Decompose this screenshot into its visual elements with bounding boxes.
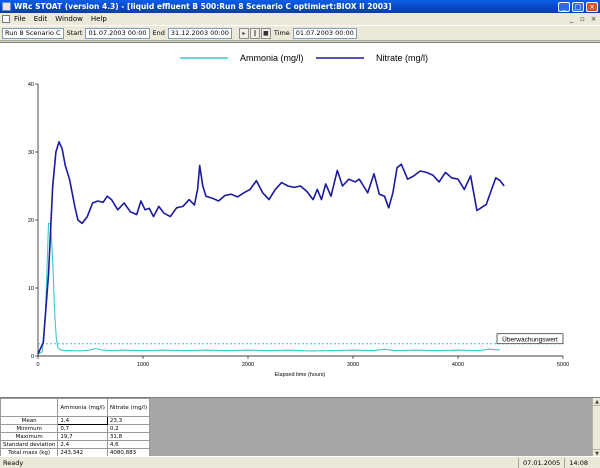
toolbar: Run 8 Scenario C Start 01.07.2003 00:00 … bbox=[0, 25, 600, 41]
statistics-panel: Ammonia (mg/l) Nitrate (mg/l) Mean 1,4 2… bbox=[0, 397, 600, 457]
table-header-nitrate: Nitrate (mg/l) bbox=[106, 398, 151, 417]
end-date-field[interactable]: 31.12.2003 00:00 bbox=[167, 27, 232, 39]
x-tick-label: 5000 bbox=[557, 362, 569, 368]
menu-edit[interactable]: Edit bbox=[34, 15, 48, 23]
x-tick-label: 3000 bbox=[347, 362, 359, 368]
end-label: End bbox=[152, 29, 165, 37]
table-row: Mean 1,4 23,3 bbox=[0, 416, 151, 425]
y-tick-label: 0 bbox=[31, 354, 34, 360]
reference-line: Überwachungswert bbox=[38, 333, 564, 345]
status-date: 07.01.2005 bbox=[518, 457, 564, 468]
menu-bar: File Edit Window Help _ ▫ × bbox=[0, 13, 600, 25]
table-cell[interactable]: 0,2 bbox=[106, 424, 151, 433]
series-line-ammonia bbox=[37, 222, 501, 355]
menu-window[interactable]: Window bbox=[55, 15, 83, 23]
y-tick-label: 40 bbox=[28, 82, 34, 88]
table-cell[interactable]: 1,4 bbox=[57, 416, 108, 425]
table-cell[interactable]: 0,7 bbox=[57, 424, 108, 433]
chart-legend: Ammonia (mg/l) Nitrate (mg/l) bbox=[180, 53, 428, 63]
table-header-row: Ammonia (mg/l) Nitrate (mg/l) bbox=[0, 398, 151, 417]
table-cell[interactable]: 23,3 bbox=[106, 416, 151, 425]
table-row: Maximum 19,7 31,8 bbox=[0, 432, 151, 441]
maximize-button[interactable]: □ bbox=[572, 1, 584, 12]
table-row: Standard deviation 2,4 4,6 bbox=[0, 440, 151, 449]
row-label: Minimum bbox=[0, 424, 59, 433]
row-label: Maximum bbox=[0, 432, 59, 441]
y-tick-label: 10 bbox=[28, 286, 34, 292]
document-icon[interactable] bbox=[2, 15, 10, 23]
x-axis-label: Elapsed time (hours) bbox=[275, 372, 326, 378]
status-bar: Ready 07.01.2005 14:08 bbox=[0, 456, 600, 468]
chart: Ammonia (mg/l) Nitrate (mg/l) 0 1000 2000 3… bbox=[28, 53, 569, 378]
table-cell[interactable]: 31,8 bbox=[106, 432, 151, 441]
doc-restore-button[interactable]: ▫ bbox=[578, 15, 587, 24]
menu-help[interactable]: Help bbox=[91, 15, 107, 23]
start-label: Start bbox=[66, 29, 83, 37]
vertical-scrollbar[interactable]: ▲ ▼ bbox=[592, 398, 600, 457]
table-row: Minimum 0,7 0,2 bbox=[0, 424, 151, 433]
table-cell[interactable]: 19,7 bbox=[57, 432, 108, 441]
table-header-ammonia: Ammonia (mg/l) bbox=[57, 398, 108, 417]
title-bar: WRc STOAT (version 4.3) - [liquid efflue… bbox=[0, 0, 600, 13]
chart-axes bbox=[37, 84, 563, 357]
x-axis-ticks: 0 1000 2000 3000 4000 5000 bbox=[36, 356, 569, 368]
app-icon bbox=[2, 2, 11, 11]
row-label: Mean bbox=[0, 416, 59, 425]
table-cell[interactable]: 2,4 bbox=[57, 440, 108, 449]
threshold-label: Überwachungswert bbox=[502, 335, 558, 343]
time-label: Time bbox=[273, 29, 290, 37]
play-button[interactable]: ▸ bbox=[238, 27, 249, 39]
x-tick-label: 2000 bbox=[242, 362, 254, 368]
resize-grip-icon[interactable] bbox=[592, 458, 600, 468]
x-tick-label: 4000 bbox=[452, 362, 464, 368]
pause-button[interactable]: ‖ bbox=[249, 27, 260, 39]
close-button[interactable]: × bbox=[586, 1, 598, 12]
run-name-field[interactable]: Run 8 Scenario C bbox=[2, 27, 64, 39]
y-tick-label: 20 bbox=[28, 218, 34, 224]
legend-label-nitrate: Nitrate (mg/l) bbox=[376, 53, 428, 63]
x-tick-label: 0 bbox=[36, 362, 39, 368]
minimize-button[interactable]: _ bbox=[558, 1, 570, 12]
series-line-nitrate bbox=[37, 141, 505, 355]
chart-series bbox=[37, 141, 505, 355]
status-text: Ready bbox=[3, 458, 24, 467]
status-time: 14:08 bbox=[564, 457, 592, 468]
stop-button[interactable]: ■ bbox=[260, 27, 271, 39]
doc-minimize-button[interactable]: _ bbox=[567, 15, 576, 24]
scroll-up-icon[interactable]: ▲ bbox=[593, 398, 600, 406]
doc-close-button[interactable]: × bbox=[589, 15, 598, 24]
x-tick-label: 1000 bbox=[137, 362, 149, 368]
y-tick-label: 30 bbox=[28, 150, 34, 156]
statistics-table: Ammonia (mg/l) Nitrate (mg/l) Mean 1,4 2… bbox=[0, 398, 151, 457]
y-axis-ticks: 0 10 20 30 40 bbox=[28, 82, 38, 360]
menu-file[interactable]: File bbox=[14, 15, 26, 23]
row-label: Standard deviation bbox=[0, 440, 59, 449]
time-field[interactable]: 01.07.2003 00:00 bbox=[292, 27, 357, 39]
chart-panel: Ammonia (mg/l) Nitrate (mg/l) 0 1000 2000 3… bbox=[0, 42, 600, 397]
legend-label-ammonia: Ammonia (mg/l) bbox=[240, 53, 304, 63]
table-header-empty bbox=[0, 398, 59, 417]
window-title: WRc STOAT (version 4.3) - [liquid efflue… bbox=[14, 2, 392, 11]
table-cell[interactable]: 4,6 bbox=[106, 440, 151, 449]
start-date-field[interactable]: 01.07.2003 00:00 bbox=[85, 27, 150, 39]
